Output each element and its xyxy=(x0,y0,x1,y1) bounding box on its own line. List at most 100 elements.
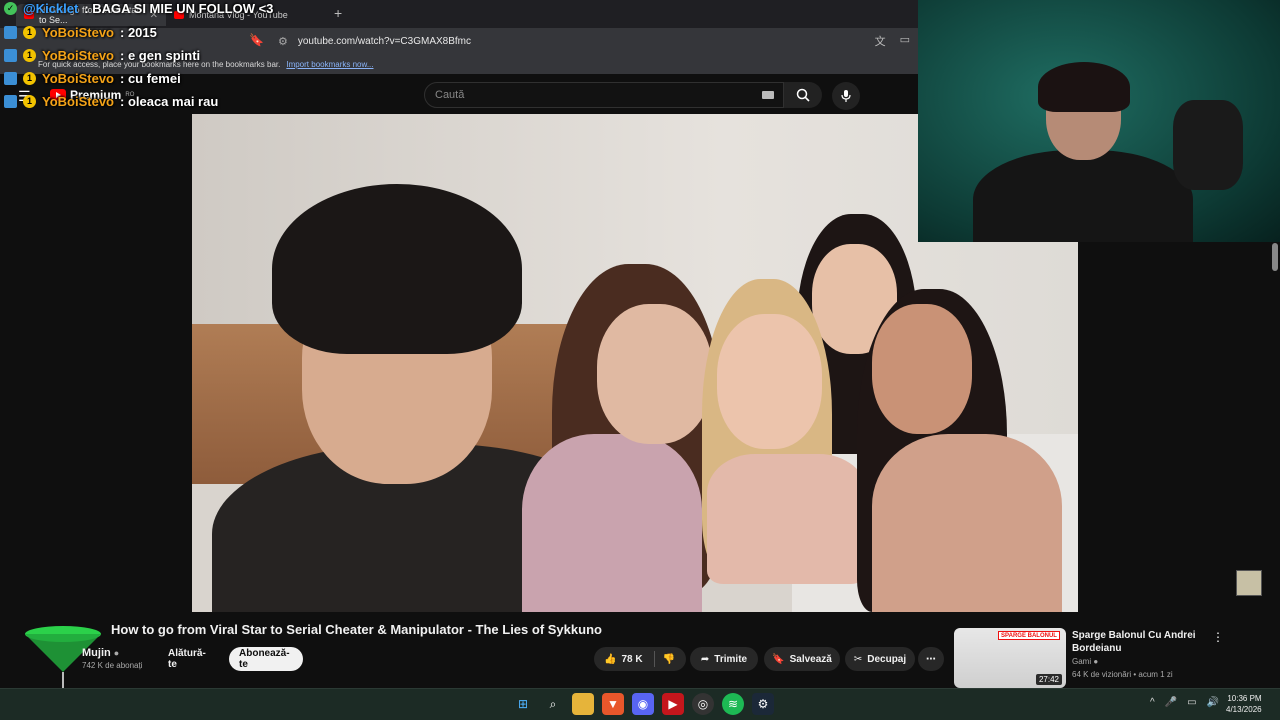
streamer-body xyxy=(973,150,1193,242)
join-button[interactable]: Alătură-te xyxy=(158,647,224,671)
kick-icon xyxy=(4,94,17,108)
scissors-icon: ✂ xyxy=(853,653,863,665)
sub-badge-icon: 1 xyxy=(23,94,36,108)
save-button[interactable]: 🔖 Salvează xyxy=(764,647,840,671)
chat-message: 1 YoBoiStevo : 2015 xyxy=(4,21,157,43)
windows-start-icon[interactable]: ⊞ xyxy=(512,693,534,715)
clock-time: 10:36 PM xyxy=(1227,694,1262,703)
chat-overlay: ✓ @Kicklet : BAGA SI MIE UN FOLLOW <3 1 … xyxy=(0,0,320,112)
thumbs-down-icon: 👎 xyxy=(662,653,676,665)
channel-name[interactable]: Mujin ● xyxy=(82,647,119,659)
search-button[interactable] xyxy=(784,82,822,108)
save-label: Salvează xyxy=(789,653,832,665)
more-actions-button[interactable]: ⋯ xyxy=(918,647,944,671)
webcam-overlay xyxy=(918,0,1280,242)
subscribe-button[interactable]: Abonează-te xyxy=(229,647,303,671)
video-duration: 27:42 xyxy=(1035,674,1062,685)
chat-message: 1 YoBoiStevo : cu femei xyxy=(4,67,181,89)
recommended-meta: 64 K de vizionări • acum 1 zi xyxy=(1072,670,1173,679)
sub-badge-icon: 1 xyxy=(23,71,36,85)
chat-message: 1 YoBoiStevo : e gen spinti xyxy=(4,44,200,66)
chat-text: : cu femei xyxy=(120,70,181,86)
dislike-button[interactable]: 👎 xyxy=(656,647,682,671)
share-icon: ➦ xyxy=(700,653,710,665)
video-person-1-hair xyxy=(272,184,522,354)
verified-badge-icon: ✓ xyxy=(4,1,17,15)
chat-text: : BAGA SI MIE UN FOLLOW <3 xyxy=(84,0,274,16)
video-person-3-face xyxy=(717,314,822,449)
chat-username: YoBoiStevo xyxy=(42,24,114,40)
file-explorer-icon[interactable] xyxy=(572,693,594,715)
video-person-2-body xyxy=(522,434,702,612)
thumbnail-banner: SPARGE BALONUL xyxy=(998,631,1060,640)
verified-icon: ● xyxy=(1093,657,1099,666)
video-title: How to go from Viral Star to Serial Chea… xyxy=(111,622,602,637)
recommended-channel[interactable]: Gami ● xyxy=(1072,657,1098,666)
chat-text: : e gen spinti xyxy=(120,47,201,63)
chat-username: YoBoiStevo xyxy=(42,70,114,86)
chat-username: @Kicklet xyxy=(23,0,79,16)
share-button[interactable]: ➦ Trimite xyxy=(690,647,758,671)
like-divider xyxy=(654,651,655,667)
keyboard-icon[interactable] xyxy=(762,91,774,99)
like-count: 78 K xyxy=(621,653,643,665)
share-label: Trimite xyxy=(714,653,748,665)
chat-username: YoBoiStevo xyxy=(42,93,114,109)
scrollbar[interactable] xyxy=(1272,243,1278,271)
taskbar-apps: ⊞ ⌕ ▼ ◉ ▶ ◎ ≋ ⚙ xyxy=(512,693,774,715)
chat-username: YoBoiStevo xyxy=(42,47,114,63)
steam-icon[interactable]: ⚙ xyxy=(752,693,774,715)
translate-icon[interactable]: 文 xyxy=(875,33,886,49)
verified-icon: ● xyxy=(113,648,120,658)
video-person-3-body xyxy=(707,454,867,584)
clock-date: 4/13/2026 xyxy=(1226,705,1262,714)
bookmark-icon: 🔖 xyxy=(772,653,785,665)
kick-icon xyxy=(4,25,17,39)
sub-badge-icon: 1 xyxy=(23,25,36,39)
cast-icon[interactable]: ▭ xyxy=(900,33,910,49)
media-player-icon[interactable]: ▶ xyxy=(662,693,684,715)
brave-browser-icon[interactable]: ▼ xyxy=(602,693,624,715)
video-person-5-face xyxy=(872,304,972,434)
recommended-thumbnail[interactable]: SPARGE BALONUL 27:42 xyxy=(954,628,1066,688)
video-person-2-face xyxy=(597,304,712,444)
kick-icon xyxy=(4,71,17,85)
streamer-hair xyxy=(1038,62,1130,112)
subscriber-count: 742 K de abonați xyxy=(82,661,143,670)
channel-name-text: Mujin xyxy=(82,647,111,659)
microphone-icon xyxy=(841,90,851,102)
video-person-5-body xyxy=(872,434,1062,612)
microphone-arm xyxy=(1173,100,1243,190)
kick-icon xyxy=(4,48,17,62)
obs-icon[interactable]: ◎ xyxy=(692,693,714,715)
system-tray: ^ 🎤 ▭ 🔊 xyxy=(1150,697,1219,708)
voice-search-button[interactable] xyxy=(832,82,860,110)
search-icon xyxy=(796,88,810,102)
taskbar-clock[interactable]: 10:36 PM 4/13/2026 xyxy=(1226,693,1262,715)
chevron-up-icon[interactable]: ^ xyxy=(1150,697,1155,708)
kebab-menu-icon[interactable]: ⋮ xyxy=(1212,630,1224,644)
search-icon[interactable]: ⌕ xyxy=(542,693,564,715)
microphone-icon[interactable]: 🎤 xyxy=(1165,697,1177,708)
recommended-channel-name: Gami xyxy=(1072,657,1092,666)
volume-icon[interactable]: 🔊 xyxy=(1207,697,1219,708)
spotify-icon[interactable]: ≋ xyxy=(722,693,744,715)
network-icon[interactable]: ▭ xyxy=(1187,697,1196,708)
more-icon: ⋯ xyxy=(926,653,936,665)
url-text: youtube.com/watch?v=C3GMAX8Bfmc xyxy=(297,35,472,47)
chat-text: : oleaca mai rau xyxy=(120,93,219,109)
thumbs-up-icon: 👍 xyxy=(604,653,617,665)
address-actions: 文 ▭ xyxy=(875,33,910,49)
discord-icon[interactable]: ◉ xyxy=(632,693,654,715)
clip-button[interactable]: ✂ Decupaj xyxy=(845,647,915,671)
avatar[interactable] xyxy=(1236,570,1262,596)
chat-message: ✓ @Kicklet : BAGA SI MIE UN FOLLOW <3 xyxy=(4,0,273,19)
new-tab-button[interactable]: + xyxy=(334,5,342,21)
chat-text: : 2015 xyxy=(120,24,157,40)
search-input[interactable]: Caută xyxy=(424,82,784,108)
chat-message: 1 YoBoiStevo : oleaca mai rau xyxy=(4,90,218,112)
url-field[interactable]: ⚙ youtube.com/watch?v=C3GMAX8Bfmc xyxy=(270,30,918,52)
windows-taskbar: ⊞ ⌕ ▼ ◉ ▶ ◎ ≋ ⚙ ^ 🎤 ▭ 🔊 10:36 PM 4/13/20… xyxy=(0,688,1280,720)
recommended-title[interactable]: Sparge Balonul Cu Andrei Bordeianu xyxy=(1072,629,1212,655)
sub-badge-icon: 1 xyxy=(23,48,36,62)
